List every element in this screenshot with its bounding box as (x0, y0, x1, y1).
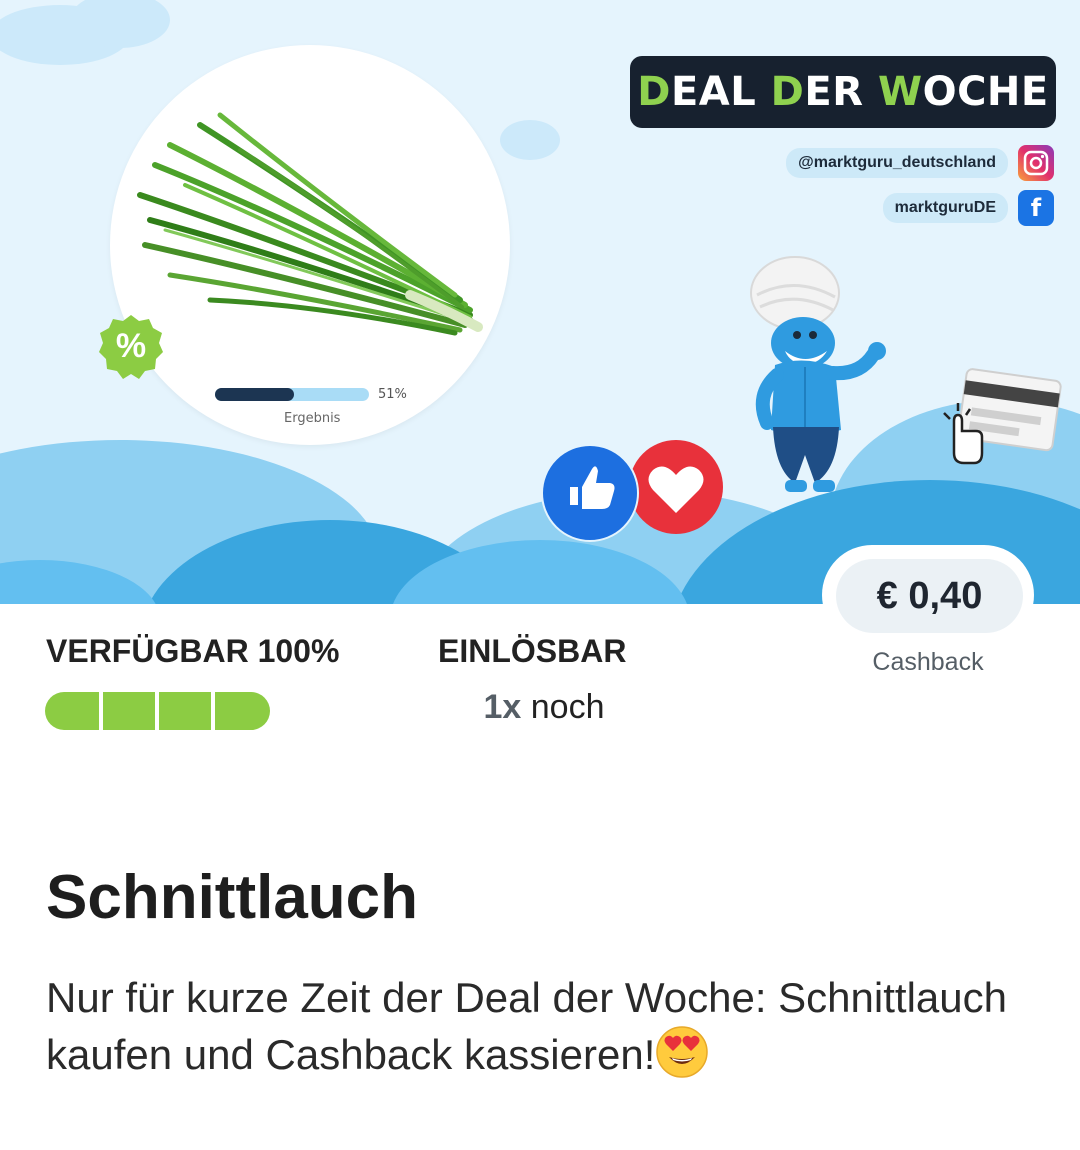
title-part-d1: D (637, 69, 671, 115)
redeemable-count: 1x noch (438, 688, 650, 727)
cashback-amount-pill: € 0,40 (836, 559, 1023, 633)
title-part-eal: EAL (670, 69, 771, 115)
percent-symbol: % (115, 327, 147, 365)
deal-of-week-title: DEAL DER WOCHE (637, 69, 1048, 115)
product-description-text: Nur für kurze Zeit der Deal der Woche: S… (46, 974, 1007, 1078)
cashback-label: Cashback (872, 648, 984, 676)
availability-bar (45, 692, 270, 730)
title-part-er: ER (804, 69, 878, 115)
result-progress-percent: 51% (378, 387, 407, 402)
cashback-amount: € 0,40 (876, 574, 983, 617)
availability-label: VERFÜGBAR 100% (46, 633, 340, 669)
chives-image (137, 112, 483, 336)
result-progress-bar (215, 388, 369, 401)
product-title: Schnittlauch (46, 863, 419, 932)
availability-segment-divider (99, 692, 103, 730)
title-part-d2: D (770, 69, 805, 115)
card-tap-icon (943, 368, 1062, 465)
result-progress-fill (215, 388, 294, 401)
deal-banner: 51% Ergebnis % DEAL DER WOCHE @marktguru… (0, 0, 1080, 604)
discount-badge: % (97, 313, 165, 381)
instagram-handle: @marktguru_deutschland (786, 148, 1008, 178)
reaction-icons (541, 440, 723, 542)
redeem-count-suffix: noch (521, 688, 605, 726)
title-part-oche: OCHE (922, 69, 1049, 115)
instagram-link: @marktguru_deutschland (786, 145, 1054, 181)
instagram-icon (1018, 145, 1054, 181)
availability-segment-divider (211, 692, 215, 730)
result-progress-label: Ergebnis (284, 411, 341, 426)
deal-of-week-box: DEAL DER WOCHE (630, 56, 1056, 128)
availability-segment-divider (155, 692, 159, 730)
redeemable-label: EINLÖSBAR (438, 633, 627, 669)
redeem-count-value: 1x (483, 688, 522, 726)
facebook-link: marktguruDE f (882, 190, 1054, 226)
product-image-circle: 51% Ergebnis (110, 45, 510, 445)
product-description: Nur für kurze Zeit der Deal der Woche: S… (46, 970, 1036, 1082)
mascot-illustration (750, 256, 886, 492)
title-part-w: W (877, 69, 923, 115)
heart-eyes-emoji (656, 1026, 709, 1078)
facebook-icon: f (1018, 190, 1054, 226)
facebook-handle: marktguruDE (882, 193, 1008, 223)
